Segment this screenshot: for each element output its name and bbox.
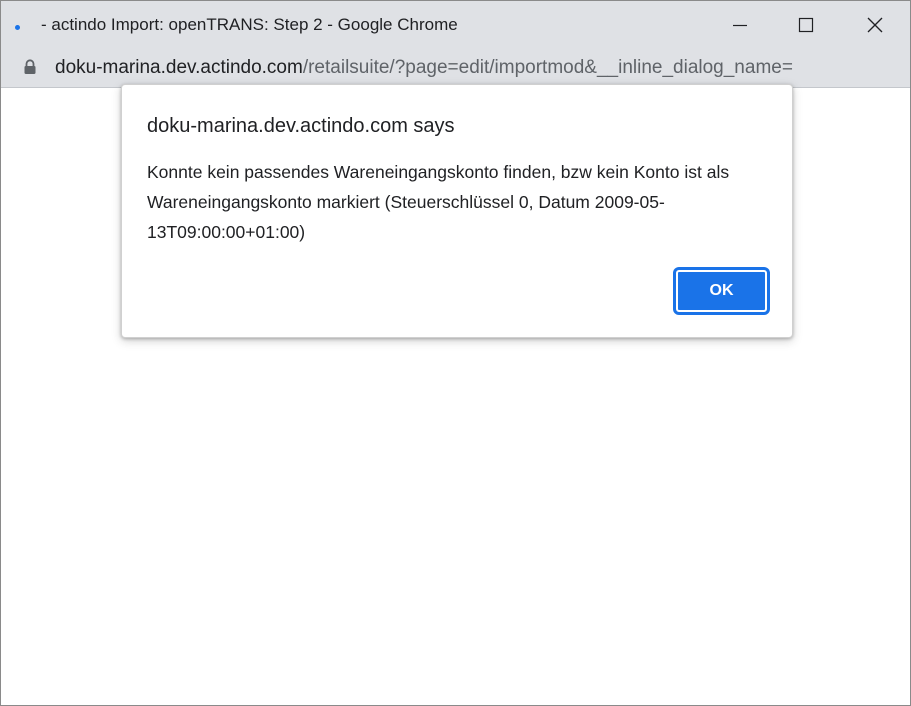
address-bar[interactable]: doku-marina.dev.actindo.com/retailsuite/… bbox=[1, 49, 910, 88]
url-text[interactable]: doku-marina.dev.actindo.com/retailsuite/… bbox=[55, 57, 793, 79]
browser-window: - actindo Import: openTRANS: Step 2 - Go… bbox=[0, 0, 911, 706]
alert-dialog: doku-marina.dev.actindo.com says Konnte … bbox=[121, 84, 793, 338]
loading-dot-icon bbox=[15, 25, 20, 30]
url-host: doku-marina.dev.actindo.com bbox=[55, 57, 303, 78]
minimize-button[interactable] bbox=[706, 1, 774, 49]
title-bar[interactable]: - actindo Import: openTRANS: Step 2 - Go… bbox=[1, 1, 910, 49]
close-icon bbox=[867, 17, 883, 33]
maximize-icon bbox=[798, 17, 814, 33]
dialog-title: doku-marina.dev.actindo.com says bbox=[147, 115, 455, 137]
maximize-button[interactable] bbox=[772, 1, 840, 49]
minimize-icon bbox=[733, 24, 747, 27]
ok-button[interactable]: OK bbox=[674, 268, 769, 314]
window-title: - actindo Import: openTRANS: Step 2 - Go… bbox=[41, 15, 458, 34]
url-path: /retailsuite/?page=edit/importmod&__inli… bbox=[302, 57, 793, 78]
lock-icon[interactable] bbox=[23, 59, 37, 80]
close-button[interactable] bbox=[841, 1, 909, 49]
dialog-message: Konnte kein passendes Wareneingangskonto… bbox=[147, 162, 730, 242]
